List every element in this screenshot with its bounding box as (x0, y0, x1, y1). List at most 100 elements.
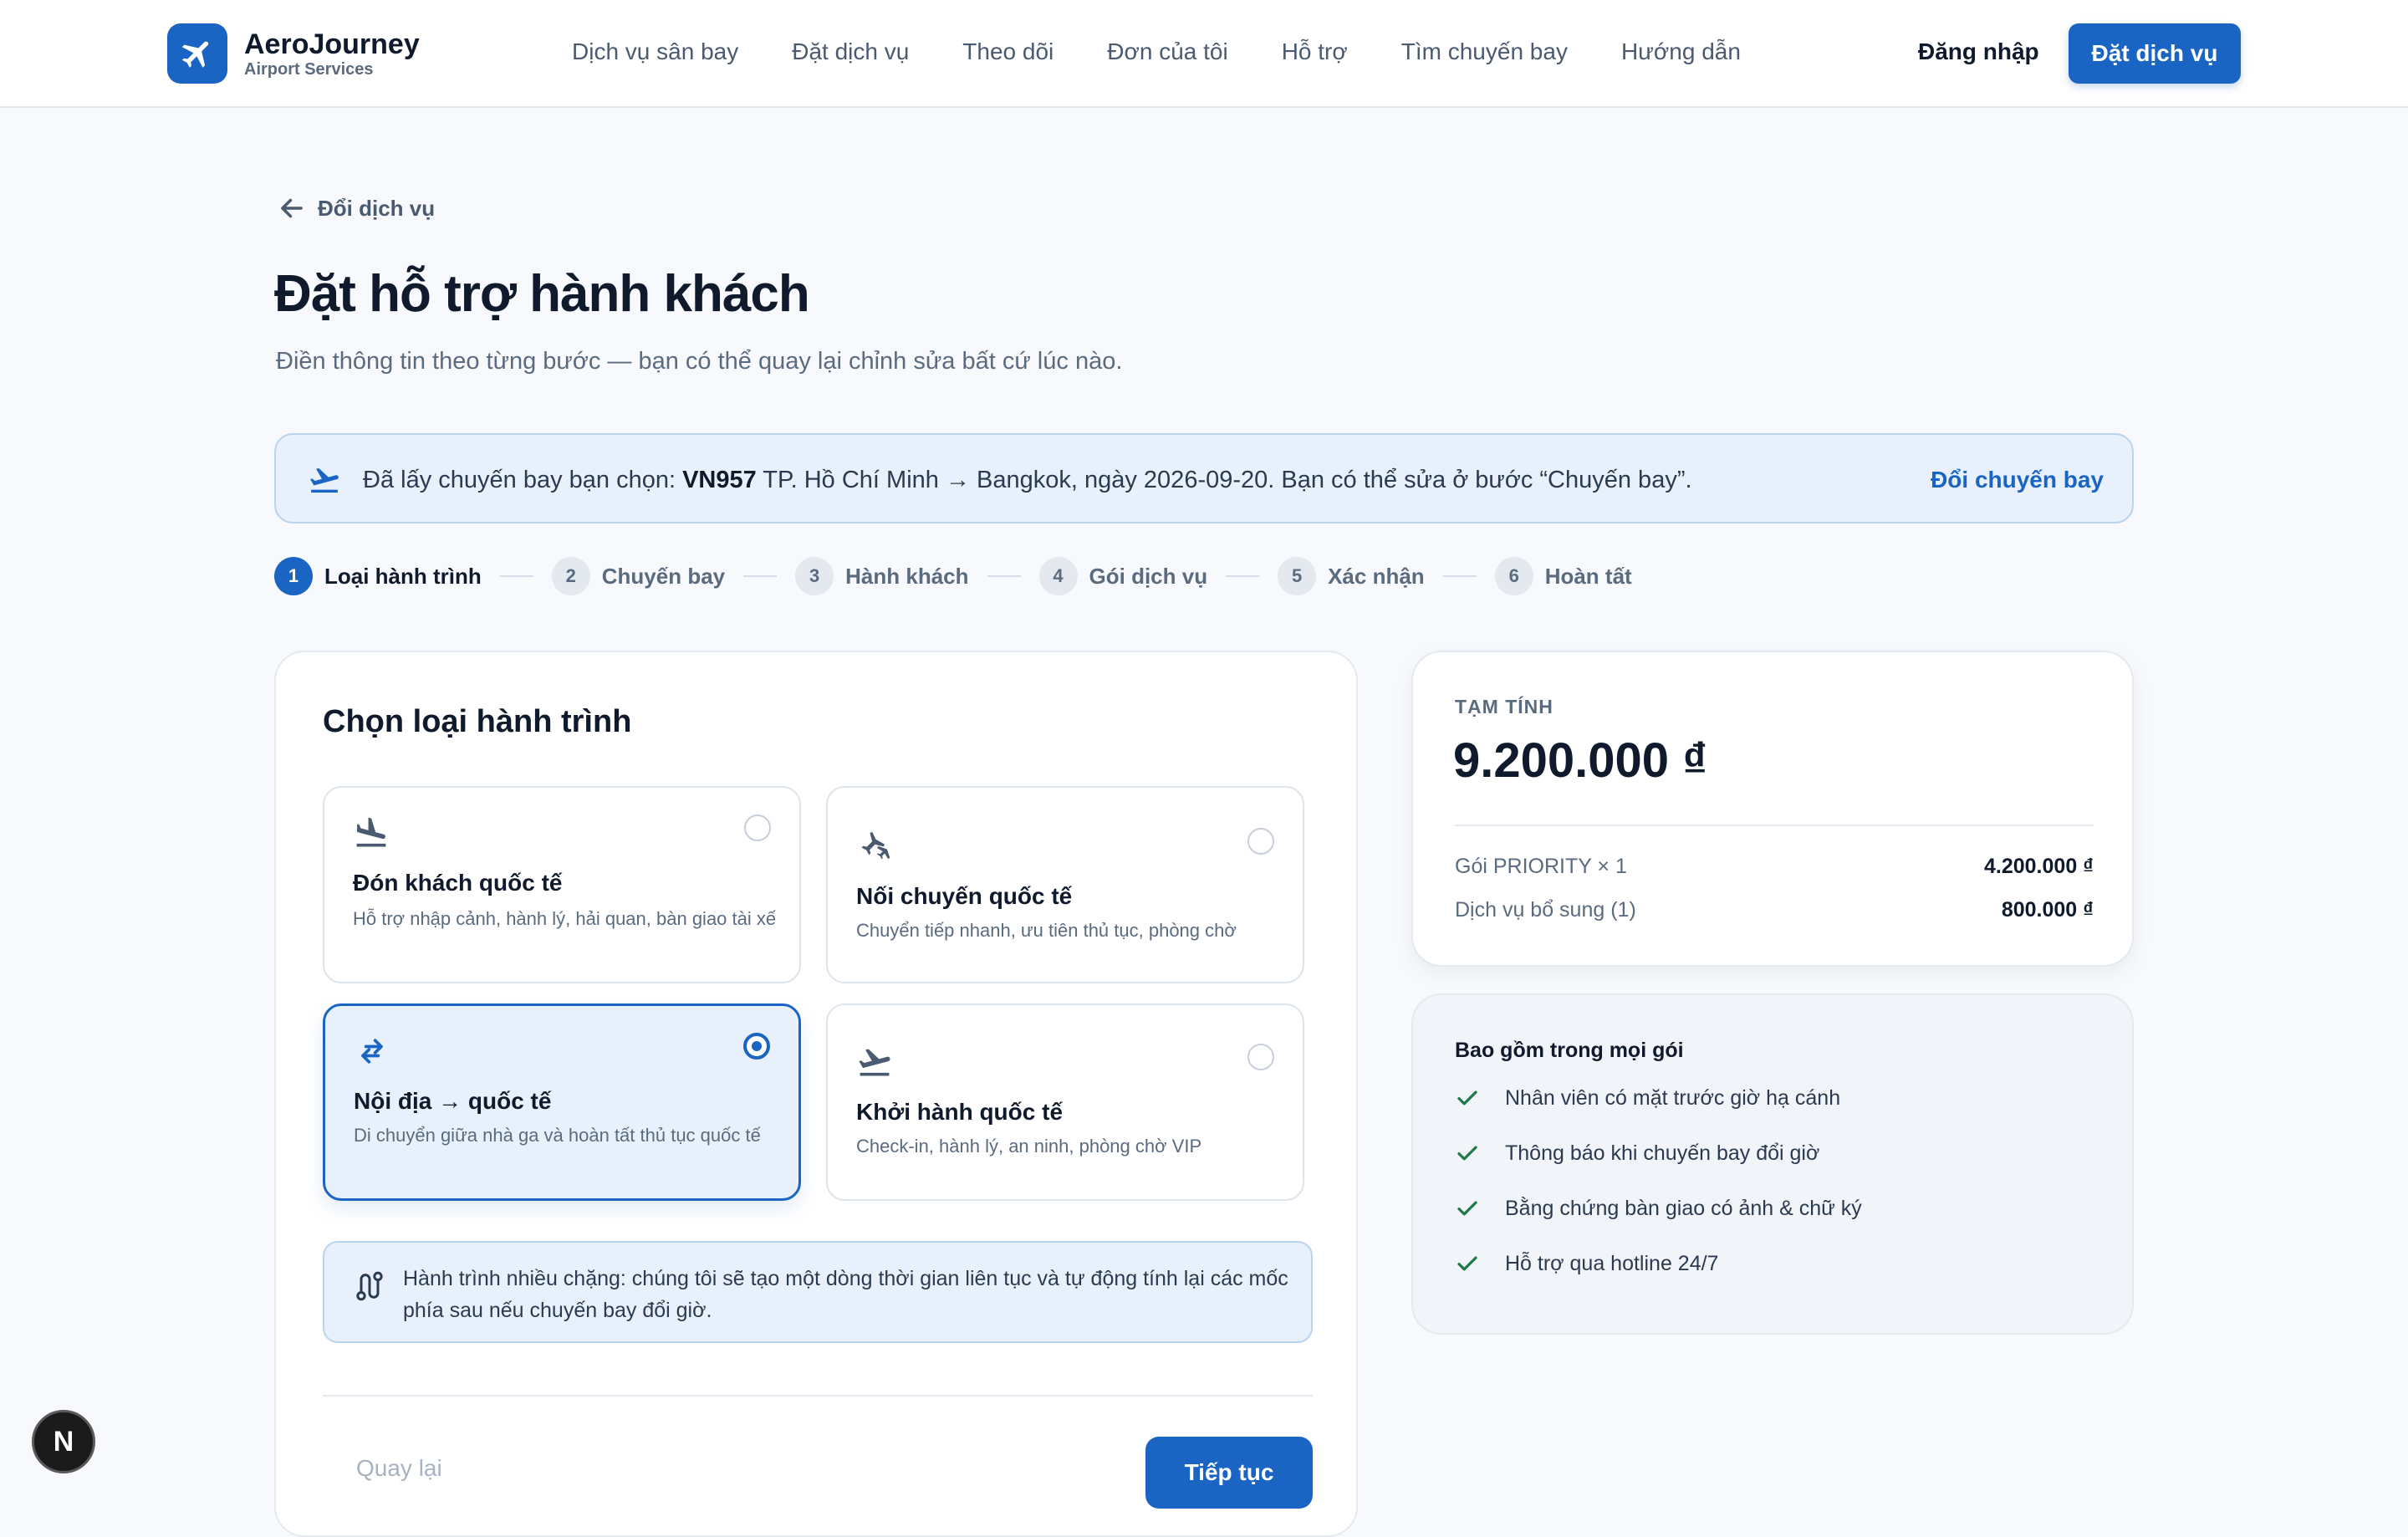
trip-type-card: Chọn loại hành trình Đón khách quốc tế H… (274, 651, 1358, 1537)
option-description: Hỗ trợ nhập cảnh, hành lý, hải quan, bàn… (353, 908, 777, 929)
divider (1455, 825, 2094, 826)
included-item: Hỗ trợ qua hotline 24/7 (1455, 1251, 1718, 1276)
check-icon (1457, 1090, 1477, 1106)
step-connector (987, 575, 1021, 577)
included-item-label: Hỗ trợ qua hotline 24/7 (1505, 1251, 1719, 1275)
step-package[interactable]: 4 Gói dịch vụ (1038, 557, 1208, 595)
summary-row-value: 4.200.000 ₫ (1984, 855, 2094, 878)
step-confirm[interactable]: 5 Xác nhận (1278, 557, 1425, 595)
nav-track[interactable]: Theo dõi (962, 33, 1054, 70)
check-icon (1457, 1256, 1477, 1271)
nav-airport-services[interactable]: Dịch vụ sân bay (572, 33, 738, 70)
card-title: Chọn loại hành trình (323, 704, 632, 739)
step-label: Gói dịch vụ (1089, 563, 1208, 589)
banner-prefix: Đã lấy chuyến bay bạn chọn: (363, 467, 683, 493)
page-subtitle: Điền thông tin theo từng bước — bạn có t… (276, 348, 1123, 375)
step-number: 1 (274, 557, 313, 595)
step-label: Hoàn tất (1544, 563, 1632, 589)
option-title: Nối chuyến quốc tế (856, 883, 1073, 909)
page-title: Đặt hỗ trợ hành khách (274, 265, 810, 323)
swap-arrows-icon (361, 1039, 383, 1064)
banner-text: Đã lấy chuyến bay bạn chọn: VN957 TP. Hồ… (363, 463, 1692, 497)
plane-landing-icon (356, 817, 386, 847)
multi-leg-note: Hành trình nhiều chặng: chúng tôi sẽ tạo… (323, 1241, 1313, 1343)
step-label: Loại hành trình (324, 563, 482, 589)
option-title: Nội địa → quốc tế (354, 1088, 552, 1114)
top-header: AeroJourney Airport Services Dịch vụ sân… (0, 0, 2408, 108)
summary-row-value: 800.000 ₫ (2001, 898, 2094, 922)
check-icon (1457, 1146, 1477, 1161)
back-label: Đổi dịch vụ (318, 195, 436, 221)
option-description: Di chuyển giữa nhà ga và hoàn tất thủ tụ… (354, 1125, 761, 1146)
continue-button[interactable]: Tiếp tục (1145, 1437, 1313, 1509)
step-label: Xác nhận (1328, 563, 1425, 589)
radio-unchecked[interactable] (1247, 1044, 1274, 1070)
radio-unchecked[interactable] (1247, 828, 1274, 855)
included-item: Thông báo khi chuyến bay đổi giờ (1455, 1141, 1819, 1166)
nav-guide[interactable]: Hướng dẫn (1621, 33, 1741, 70)
step-number: 6 (1494, 557, 1533, 595)
option-title: Khởi hành quốc tế (856, 1099, 1064, 1125)
option-international-connection[interactable]: Nối chuyến quốc tế Chuyển tiếp nhanh, ưu… (826, 786, 1304, 983)
option-domestic-to-international[interactable]: Nội địa → quốc tế Di chuyển giữa nhà ga … (323, 1003, 801, 1201)
option-description: Chuyển tiếp nhanh, ưu tiên thủ tục, phòn… (856, 920, 1237, 941)
brand-name: AeroJourney (244, 28, 420, 60)
step-passengers[interactable]: 3 Hành khách (795, 557, 969, 595)
included-item: Nhân viên có mặt trước giờ hạ cánh (1455, 1085, 1840, 1111)
option-title: Đón khách quốc tế (353, 870, 563, 896)
flight-number: VN957 (682, 467, 757, 493)
step-flight[interactable]: 2 Chuyến bay (551, 557, 726, 595)
plane-logo-icon (167, 23, 227, 84)
nav-support[interactable]: Hỗ trợ (1282, 33, 1348, 70)
step-label: Chuyến bay (601, 563, 726, 589)
back-to-services-link[interactable]: Đổi dịch vụ (276, 192, 435, 224)
summary-row: Dịch vụ bổ sung (1) 800.000 ₫ (1455, 898, 2094, 922)
option-description: Check-in, hành lý, an ninh, phòng chờ VI… (856, 1136, 1202, 1157)
included-features-card: Bao gồm trong mọi gói Nhân viên có mặt t… (1411, 993, 2134, 1335)
connecting-flight-icon (861, 831, 890, 860)
summary-row-label: Dịch vụ bổ sung (1) (1455, 898, 1636, 922)
step-connector (1226, 575, 1260, 577)
step-done[interactable]: 6 Hoàn tất (1494, 557, 1632, 595)
summary-row: Gói PRIORITY × 1 4.200.000 ₫ (1455, 855, 2094, 879)
radio-unchecked[interactable] (744, 814, 771, 841)
header-book-button[interactable]: Đặt dịch vụ (2069, 23, 2241, 84)
brand-tagline: Airport Services (244, 60, 374, 79)
step-connector (499, 575, 533, 577)
step-trip-type[interactable]: 1 Loại hành trình (274, 557, 482, 595)
plane-takeoff-icon (310, 467, 339, 493)
included-item-label: Nhân viên có mặt trước giờ hạ cánh (1505, 1085, 1841, 1110)
back-button[interactable]: Quay lại (356, 1455, 442, 1482)
step-number: 5 (1278, 557, 1317, 595)
summary-row-label: Gói PRIORITY × 1 (1455, 855, 1627, 878)
banner-route: TP. Hồ Chí Minh → Bangkok, ngày 2026-09-… (756, 467, 1692, 493)
selected-flight-banner: Đã lấy chuyến bay bạn chọn: VN957 TP. Hồ… (274, 433, 2134, 523)
included-item-label: Bằng chứng bàn giao có ảnh & chữ ký (1505, 1196, 1862, 1220)
included-item-label: Thông báo khi chuyến bay đổi giờ (1505, 1141, 1820, 1165)
price-summary-card: TẠM TÍNH 9.200.000 ₫ Gói PRIORITY × 1 4.… (1411, 651, 2134, 967)
summary-total: 9.200.000 ₫ (1453, 733, 1707, 788)
included-item: Bằng chứng bàn giao có ảnh & chữ ký (1455, 1196, 1862, 1221)
nav-my-orders[interactable]: Đơn của tôi (1107, 33, 1227, 70)
option-international-departure[interactable]: Khởi hành quốc tế Check-in, hành lý, an … (826, 1003, 1304, 1201)
step-connector (1442, 575, 1477, 577)
radio-checked[interactable] (743, 1033, 770, 1060)
dev-tools-badge[interactable]: N (32, 1410, 95, 1473)
check-icon (1457, 1201, 1477, 1216)
included-title: Bao gồm trong mọi gói (1455, 1039, 1684, 1062)
plane-takeoff-icon (859, 1049, 890, 1076)
booking-stepper: 1 Loại hành trình 2 Chuyến bay 3 Hành khách… (274, 557, 1632, 595)
brand[interactable]: AeroJourney Airport Services (167, 23, 420, 84)
change-flight-link[interactable]: Đổi chuyến bay (1931, 463, 2104, 497)
step-connector (743, 575, 778, 577)
step-label: Hành khách (845, 563, 969, 589)
arrow-left-icon (281, 198, 303, 218)
nav-book-service[interactable]: Đặt dịch vụ (792, 33, 909, 70)
main-nav: Dịch vụ sân bay Đặt dịch vụ Theo dõi Đơn… (572, 33, 1794, 70)
option-international-arrival[interactable]: Đón khách quốc tế Hỗ trợ nhập cảnh, hành… (323, 786, 801, 983)
step-number: 3 (795, 557, 834, 595)
nav-find-flight[interactable]: Tìm chuyến bay (1401, 33, 1568, 70)
step-number: 4 (1038, 557, 1078, 595)
note-text: Hành trình nhiều chặng: chúng tôi sẽ tạo… (403, 1267, 1288, 1322)
login-link[interactable]: Đăng nhập (1918, 33, 2039, 70)
